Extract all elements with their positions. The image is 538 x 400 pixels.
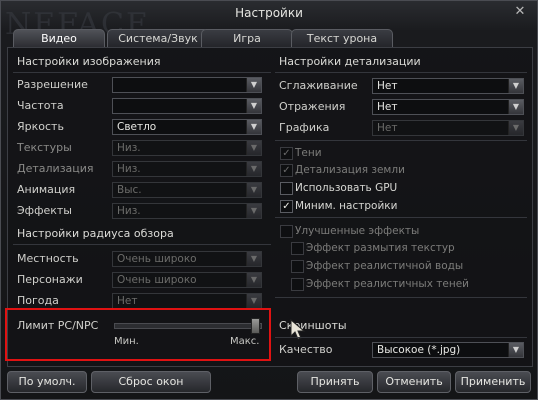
effects-value: Низ. xyxy=(117,205,141,217)
min-settings-label: Миним. настройки xyxy=(295,200,398,212)
terrain-value: Очень широко xyxy=(117,253,197,265)
divider xyxy=(275,140,527,141)
divider xyxy=(275,337,527,338)
graphics-dropdown[interactable]: Нет ▼ xyxy=(372,120,524,136)
brightness-label: Яркость xyxy=(17,120,64,133)
cancel-button[interactable]: Отменить xyxy=(377,371,451,393)
effects-dropdown[interactable]: Низ. ▼ xyxy=(112,203,262,219)
detail-value: Низ. xyxy=(117,163,141,175)
frequency-label: Частота xyxy=(17,99,64,112)
divider xyxy=(275,72,527,73)
resolution-label: Разрешение xyxy=(17,78,88,91)
divider xyxy=(275,217,527,218)
textures-label: Текстуры xyxy=(17,141,72,154)
enhanced-effects-checkbox[interactable] xyxy=(280,225,293,238)
chevron-down-icon[interactable]: ▼ xyxy=(246,78,261,92)
slider-max-label: Макс. xyxy=(230,336,260,347)
pc-limit-label: Лимит PC/NPC xyxy=(17,319,99,332)
apply-button[interactable]: Применить xyxy=(455,371,531,393)
antialiasing-label: Сглаживание xyxy=(279,79,358,92)
quality-value: Высокое (*.jpg) xyxy=(377,344,461,356)
chevron-down-icon[interactable]: ▼ xyxy=(508,343,523,357)
shadows-label: Тени xyxy=(295,147,322,159)
terrain-dropdown[interactable]: Очень широко ▼ xyxy=(112,251,262,267)
chevron-down-icon[interactable]: ▼ xyxy=(246,294,261,308)
divider xyxy=(13,244,271,245)
ground-detail-label: Детализация земли xyxy=(295,164,405,176)
chevron-down-icon[interactable]: ▼ xyxy=(246,99,261,113)
weather-dropdown[interactable]: Нет ▼ xyxy=(112,293,262,309)
divider xyxy=(275,297,527,298)
chevron-down-icon[interactable]: ▼ xyxy=(246,252,261,266)
antialiasing-value: Нет xyxy=(377,80,398,92)
use-gpu-label: Использовать GPU xyxy=(295,182,398,194)
tab-bar: Видео Система/Звук Игра Текст урона xyxy=(13,29,527,47)
tab-video[interactable]: Видео xyxy=(13,29,105,47)
window-title: Настройки xyxy=(235,6,303,20)
characters-label: Персонажи xyxy=(17,273,83,286)
chevron-down-icon[interactable]: ▼ xyxy=(508,100,523,114)
chevron-down-icon[interactable]: ▼ xyxy=(508,121,523,135)
realistic-shadows-checkbox[interactable] xyxy=(291,278,304,291)
min-settings-checkbox[interactable]: ✓ xyxy=(280,200,293,213)
graphics-label: Графика xyxy=(279,121,330,134)
textures-dropdown[interactable]: Низ. ▼ xyxy=(112,140,262,156)
chevron-down-icon[interactable]: ▼ xyxy=(246,141,261,155)
brightness-value: Светло xyxy=(117,121,157,133)
animation-label: Анимация xyxy=(17,183,76,196)
chevron-down-icon[interactable]: ▼ xyxy=(246,204,261,218)
accept-button[interactable]: Принять xyxy=(297,371,373,393)
chevron-down-icon[interactable]: ▼ xyxy=(246,273,261,287)
chevron-down-icon[interactable]: ▼ xyxy=(246,120,261,134)
realistic-water-label: Эффект реалистичной воды xyxy=(306,260,464,272)
texture-blur-label: Эффект размытия текстур xyxy=(306,242,455,254)
shadows-checkbox[interactable]: ✓ xyxy=(280,147,293,160)
pc-limit-slider-handle[interactable] xyxy=(251,318,260,334)
frequency-dropdown[interactable]: ▼ xyxy=(112,98,262,114)
texture-blur-checkbox[interactable] xyxy=(291,242,304,255)
realistic-shadows-label: Эффект реалистичных теней xyxy=(306,278,469,290)
use-gpu-checkbox[interactable] xyxy=(280,182,293,195)
weather-value: Нет xyxy=(117,295,138,307)
characters-value: Очень широко xyxy=(117,274,197,286)
terrain-label: Местность xyxy=(17,252,79,265)
chevron-down-icon[interactable]: ▼ xyxy=(246,162,261,176)
tab-system-sound[interactable]: Система/Звук xyxy=(107,29,209,47)
realistic-water-checkbox[interactable] xyxy=(291,260,304,273)
characters-dropdown[interactable]: Очень широко ▼ xyxy=(112,272,262,288)
animation-dropdown[interactable]: Выс. ▼ xyxy=(112,182,262,198)
weather-label: Погода xyxy=(17,294,59,307)
close-icon[interactable]: ✕ xyxy=(513,5,527,19)
slider-min-label: Мин. xyxy=(114,336,139,347)
reflections-dropdown[interactable]: Нет ▼ xyxy=(372,99,524,115)
graphics-value: Нет xyxy=(377,122,398,134)
brightness-dropdown[interactable]: Светло ▼ xyxy=(112,119,262,135)
pc-limit-slider-track[interactable] xyxy=(114,323,262,329)
view-radius-title: Настройки радиуса обзора xyxy=(17,227,174,240)
quality-dropdown[interactable]: Высокое (*.jpg) ▼ xyxy=(372,342,524,358)
resolution-dropdown[interactable]: ▼ xyxy=(112,77,262,93)
image-settings-title: Настройки изображения xyxy=(17,55,161,68)
detail-settings-title: Настройки детализации xyxy=(279,55,421,68)
textures-value: Низ. xyxy=(117,142,141,154)
ground-detail-checkbox[interactable]: ✓ xyxy=(280,164,293,177)
detail-label: Детализация xyxy=(17,162,94,175)
reflections-value: Нет xyxy=(377,101,398,113)
tab-damage-text[interactable]: Текст урона xyxy=(291,29,393,47)
detail-dropdown[interactable]: Низ. ▼ xyxy=(112,161,262,177)
settings-window: NEFACE Настройки ✕ Видео Система/Звук Иг… xyxy=(0,0,538,400)
quality-label: Качество xyxy=(279,343,333,356)
tab-game[interactable]: Игра xyxy=(201,29,293,47)
effects-label: Эффекты xyxy=(17,204,72,217)
reset-windows-button[interactable]: Сброс окон xyxy=(91,371,211,393)
divider xyxy=(13,72,271,73)
animation-value: Выс. xyxy=(117,184,142,196)
reflections-label: Отражения xyxy=(279,100,346,113)
enhanced-effects-label: Улучшенные эффекты xyxy=(295,225,420,237)
chevron-down-icon[interactable]: ▼ xyxy=(246,183,261,197)
chevron-down-icon[interactable]: ▼ xyxy=(508,79,523,93)
antialiasing-dropdown[interactable]: Нет ▼ xyxy=(372,78,524,94)
defaults-button[interactable]: По умолч. xyxy=(7,371,87,393)
